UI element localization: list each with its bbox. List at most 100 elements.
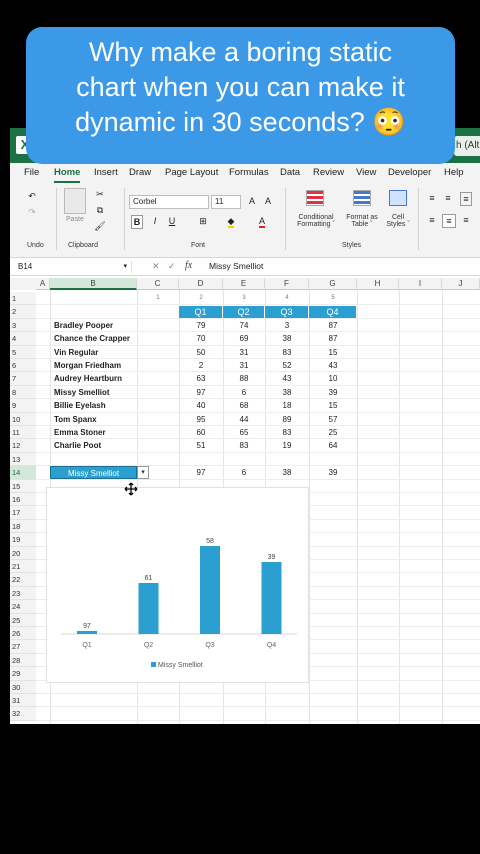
font-size-select[interactable]: 11 bbox=[211, 195, 241, 209]
row-header[interactable]: 9 bbox=[10, 399, 36, 413]
tab-view[interactable]: View bbox=[356, 167, 376, 178]
name-cell[interactable]: Missy Smelliot bbox=[52, 386, 179, 399]
cell-styles-button[interactable]: Cell Styles ˇ bbox=[382, 214, 414, 228]
align-left-icon[interactable]: ≡ bbox=[426, 214, 438, 226]
selected-value-cell[interactable]: 6 bbox=[223, 466, 265, 479]
row-header[interactable]: 29 bbox=[10, 667, 36, 681]
row-header[interactable]: 10 bbox=[10, 412, 36, 426]
value-cell[interactable]: 3 bbox=[265, 319, 309, 332]
name-cell[interactable]: Billie Eyelash bbox=[52, 399, 179, 412]
value-cell[interactable]: 95 bbox=[179, 413, 223, 426]
row-header[interactable]: 22 bbox=[10, 573, 36, 587]
quarter-header[interactable]: Q4 bbox=[309, 305, 357, 318]
row-header[interactable]: 24 bbox=[10, 600, 36, 614]
dropdown-arrow-icon[interactable]: ▾ bbox=[137, 465, 149, 479]
value-cell[interactable]: 60 bbox=[179, 426, 223, 439]
row-header[interactable]: 30 bbox=[10, 680, 36, 694]
value-cell[interactable]: 19 bbox=[265, 439, 309, 452]
value-cell[interactable]: 97 bbox=[179, 386, 223, 399]
grow-font-button[interactable]: A bbox=[246, 195, 258, 207]
name-cell[interactable]: Vin Regular bbox=[52, 346, 179, 359]
column-header-e[interactable]: E bbox=[223, 278, 265, 290]
formula-input[interactable]: Missy Smelliot bbox=[209, 261, 263, 271]
cancel-icon[interactable]: ✕ bbox=[152, 261, 160, 272]
value-cell[interactable]: 25 bbox=[309, 426, 357, 439]
value-cell[interactable]: 88 bbox=[223, 372, 265, 385]
cell-index[interactable]: 2 bbox=[179, 292, 223, 305]
value-cell[interactable]: 31 bbox=[223, 346, 265, 359]
value-cell[interactable]: 64 bbox=[309, 439, 357, 452]
row-header[interactable]: 2 bbox=[10, 305, 36, 319]
row-header[interactable]: 20 bbox=[10, 546, 36, 560]
column-header-b[interactable]: B bbox=[50, 278, 137, 290]
value-cell[interactable]: 40 bbox=[179, 399, 223, 412]
value-cell[interactable]: 70 bbox=[179, 332, 223, 345]
row-header[interactable]: 28 bbox=[10, 653, 36, 668]
row-header[interactable]: 16 bbox=[10, 493, 36, 507]
worksheet-grid[interactable]: A B C D E F G H I J 1 2 3 4 5 6 7 8 9 10 11 12 13 14 15 16 17 18 19 2… bbox=[10, 278, 480, 724]
row-header[interactable]: 25 bbox=[10, 613, 36, 627]
search-box[interactable]: h (Alt bbox=[454, 136, 480, 156]
quarter-header[interactable]: Q2 bbox=[223, 305, 265, 318]
tab-help[interactable]: Help bbox=[444, 167, 464, 178]
row-header[interactable]: 8 bbox=[10, 385, 36, 400]
row-header[interactable]: 5 bbox=[10, 345, 36, 359]
paste-icon[interactable] bbox=[64, 188, 86, 214]
row-header[interactable]: 27 bbox=[10, 640, 36, 654]
value-cell[interactable]: 38 bbox=[265, 386, 309, 399]
selected-value-cell[interactable]: 97 bbox=[179, 466, 223, 479]
value-cell[interactable]: 43 bbox=[309, 359, 357, 372]
tab-data[interactable]: Data bbox=[280, 167, 300, 178]
row-header[interactable]: 18 bbox=[10, 519, 36, 534]
name-cell[interactable]: Chance the Crapper bbox=[52, 332, 179, 345]
conditional-formatting-button[interactable]: Conditional Formatting ˇ bbox=[293, 214, 339, 228]
value-cell[interactable]: 43 bbox=[265, 372, 309, 385]
quarter-header[interactable]: Q1 bbox=[179, 305, 223, 318]
font-name-select[interactable]: Corbel bbox=[129, 195, 209, 209]
tab-file[interactable]: File bbox=[24, 167, 39, 178]
column-header-d[interactable]: D bbox=[179, 278, 223, 290]
bar-chart[interactable]: 97 Q1 61 Q2 58 Q3 39 Q4 Missy Smelliot bbox=[46, 487, 309, 683]
value-cell[interactable]: 89 bbox=[265, 413, 309, 426]
align-top-icon[interactable]: ≡ bbox=[426, 192, 438, 204]
tab-home[interactable]: Home bbox=[54, 167, 80, 178]
underline-button[interactable]: U bbox=[166, 215, 178, 227]
row-header[interactable]: 31 bbox=[10, 694, 36, 708]
row-header[interactable]: 6 bbox=[10, 359, 36, 373]
value-cell[interactable]: 68 bbox=[223, 399, 265, 412]
chevron-down-icon[interactable]: ▾ bbox=[123, 261, 127, 273]
name-cell[interactable]: Charlie Poot bbox=[52, 439, 179, 452]
align-center-icon[interactable]: ≡ bbox=[442, 214, 456, 228]
name-cell[interactable]: Audrey Heartburn bbox=[52, 372, 179, 385]
shrink-font-button[interactable]: A bbox=[262, 195, 274, 207]
value-cell[interactable]: 83 bbox=[223, 439, 265, 452]
cell-index[interactable]: 1 bbox=[137, 292, 179, 305]
column-header-a[interactable]: A bbox=[36, 278, 50, 290]
align-bottom-icon[interactable]: ≡ bbox=[460, 192, 472, 206]
column-header-f[interactable]: F bbox=[265, 278, 309, 290]
insert-function-icon[interactable]: fx bbox=[185, 260, 192, 271]
row-header[interactable]: 13 bbox=[10, 452, 36, 467]
value-cell[interactable]: 63 bbox=[179, 372, 223, 385]
chart-bar[interactable] bbox=[200, 546, 220, 634]
row-header[interactable]: 17 bbox=[10, 506, 36, 520]
value-cell[interactable]: 87 bbox=[309, 319, 357, 332]
column-header-h[interactable]: H bbox=[357, 278, 399, 290]
value-cell[interactable]: 44 bbox=[223, 413, 265, 426]
tab-draw[interactable]: Draw bbox=[129, 167, 151, 178]
value-cell[interactable]: 10 bbox=[309, 372, 357, 385]
row-header[interactable]: 7 bbox=[10, 372, 36, 386]
bold-button[interactable]: B bbox=[131, 215, 143, 229]
value-cell[interactable]: 74 bbox=[223, 319, 265, 332]
value-cell[interactable]: 79 bbox=[179, 319, 223, 332]
value-cell[interactable]: 83 bbox=[265, 346, 309, 359]
row-header[interactable]: 15 bbox=[10, 479, 36, 493]
borders-icon[interactable]: ⊞ bbox=[196, 215, 210, 227]
italic-button[interactable]: I bbox=[149, 215, 161, 227]
column-header-j[interactable]: J bbox=[442, 278, 480, 290]
align-right-icon[interactable]: ≡ bbox=[460, 214, 472, 226]
value-cell[interactable]: 52 bbox=[265, 359, 309, 372]
value-cell[interactable]: 65 bbox=[223, 426, 265, 439]
value-cell[interactable]: 2 bbox=[179, 359, 223, 372]
row-header[interactable]: 23 bbox=[10, 586, 36, 601]
